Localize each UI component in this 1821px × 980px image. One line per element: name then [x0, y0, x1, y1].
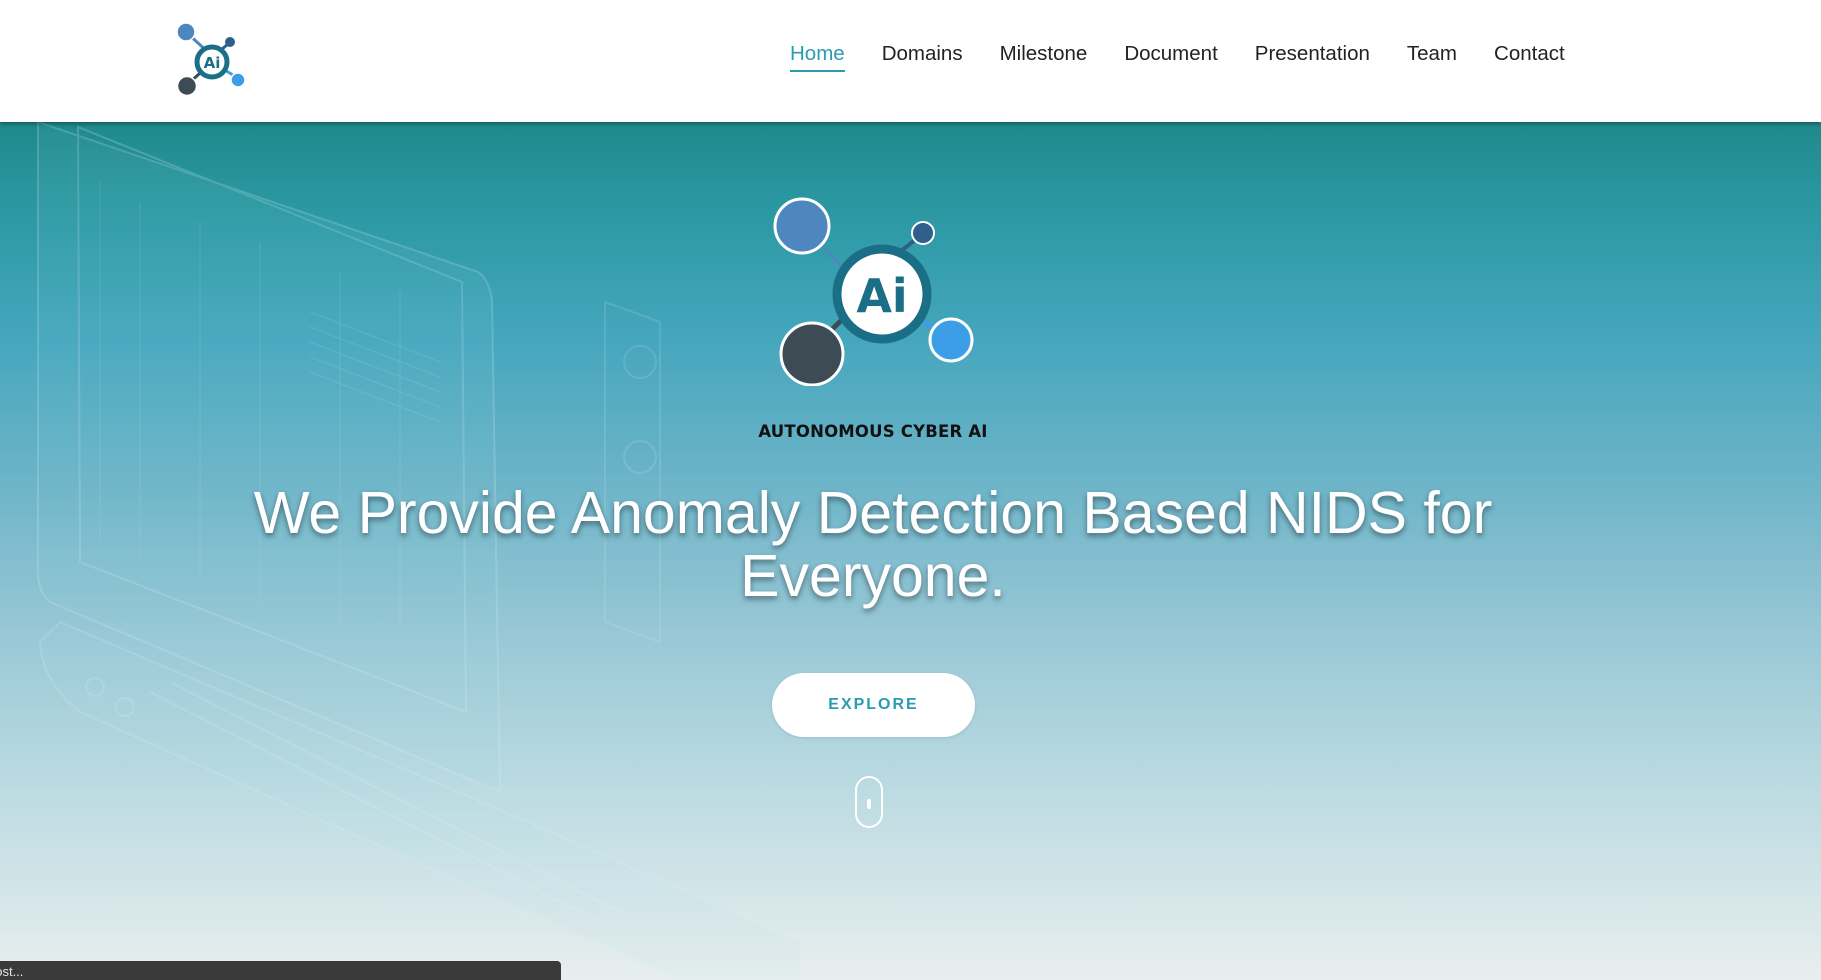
browser-status-bar: host...: [0, 961, 561, 980]
status-bar-text: host...: [0, 964, 24, 979]
autonomous-cyber-ai-logo: Ai: [773, 197, 974, 386]
site-logo-icon[interactable]: Ai: [172, 20, 248, 100]
logo-ai-text: Ai: [856, 269, 907, 323]
nav-milestone[interactable]: Milestone: [1000, 40, 1088, 70]
nav-document[interactable]: Document: [1124, 40, 1217, 70]
logo-caption: AUTONOMOUS CYBER AI: [758, 422, 988, 441]
scroll-wheel-dot: [867, 799, 871, 809]
explore-button[interactable]: EXPLORE: [772, 673, 975, 737]
svg-text:Ai: Ai: [204, 54, 221, 72]
site-header: Ai Home Domains Milestone Document Prese…: [0, 0, 1821, 122]
main-nav: Home Domains Milestone Document Presenta…: [790, 40, 1565, 72]
nav-team[interactable]: Team: [1407, 40, 1457, 70]
nav-contact[interactable]: Contact: [1494, 40, 1565, 70]
mouse-scroll-icon[interactable]: [855, 776, 883, 828]
nav-home[interactable]: Home: [790, 40, 845, 72]
nav-domains[interactable]: Domains: [882, 40, 963, 70]
hero-headline: We Provide Anomaly Detection Based NIDS …: [253, 480, 1493, 609]
hero-section: Ai AUTONOMOUS CYBER AI We Provide Anomal…: [0, 122, 1821, 980]
nav-presentation[interactable]: Presentation: [1255, 40, 1370, 70]
